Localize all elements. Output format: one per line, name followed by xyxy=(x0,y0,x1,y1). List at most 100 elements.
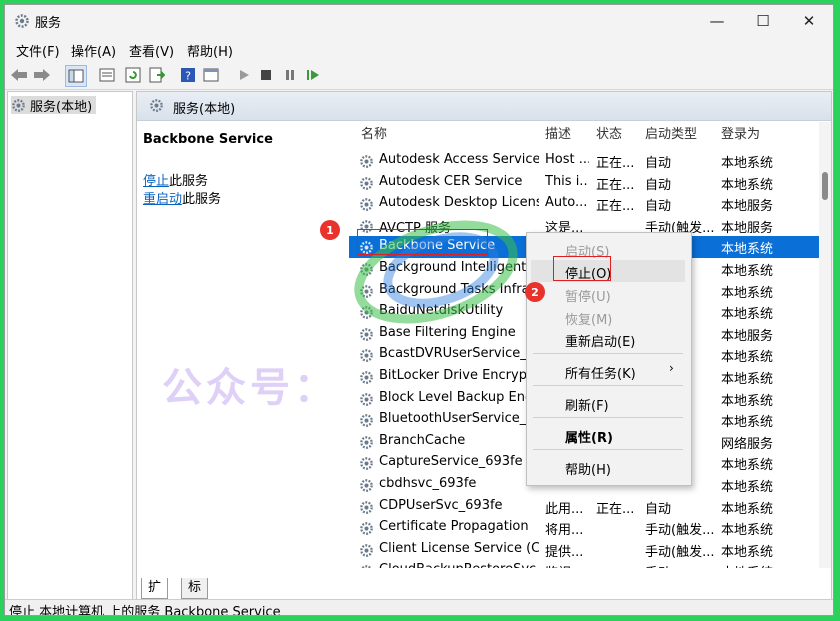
services-gear-icon xyxy=(12,98,25,112)
menu-help[interactable]: 帮助(H) xyxy=(187,41,233,60)
restart-service-action: 重启动此服务 xyxy=(143,188,221,207)
table-row[interactable]: Autodesk CER Service This i... 正在... 自动 本地系统 xyxy=(349,172,821,194)
table-row[interactable]: CloudBackupRestoreSvc_6... 监视... 手动本地系统 xyxy=(349,560,821,568)
service-gear-icon xyxy=(360,392,373,406)
cell-logon: 本地系统 xyxy=(721,562,793,568)
column-header-startup-type[interactable]: 启动类型 xyxy=(645,122,697,148)
play-icon[interactable] xyxy=(234,65,254,85)
tab-extended[interactable]: 扩展 xyxy=(141,578,169,599)
service-gear-icon xyxy=(360,543,373,557)
column-header-description[interactable]: 描述 xyxy=(545,122,571,148)
cell-logon: 本地服务 xyxy=(721,199,774,215)
cell-start: 自动 xyxy=(645,501,672,517)
cell-name: Autodesk Desktop Licensin... xyxy=(379,195,539,211)
table-row[interactable]: Autodesk Access Service H... Host ... 正在..… xyxy=(349,150,821,172)
table-row[interactable]: CDPUserSvc_693fe 此用... 正在... 自动 本地系统 xyxy=(349,496,821,518)
minimize-button[interactable]: — xyxy=(693,5,741,37)
context-menu-separator xyxy=(533,417,683,418)
restart-icon[interactable] xyxy=(303,65,323,85)
cell-logon: 本地系统 xyxy=(721,350,774,366)
back-arrow-icon[interactable] xyxy=(9,65,29,85)
cell-desc: 监视... xyxy=(545,562,589,568)
menu-item-help[interactable]: 帮助(H) xyxy=(565,459,611,478)
cell-logon: 本地系统 xyxy=(721,242,774,258)
cell-name: Client License Service (Clip... xyxy=(379,540,539,556)
submenu-chevron-right-icon: › xyxy=(669,361,674,375)
table-row[interactable]: Client License Service (Clip... 提供... 手动(触… xyxy=(349,539,821,561)
column-header-name[interactable]: 名称 xyxy=(361,122,387,148)
stop-icon[interactable] xyxy=(256,65,276,85)
cell-name: BluetoothUserService_693 xyxy=(379,411,539,427)
step-badge-2: 2 xyxy=(525,282,545,302)
vertical-scrollbar[interactable] xyxy=(819,122,831,568)
refresh-icon[interactable] xyxy=(123,65,143,85)
service-gear-icon xyxy=(360,155,373,168)
menu-item-pause[interactable]: 暂停(U) xyxy=(565,286,611,305)
cell-logon: 本地系统 xyxy=(721,393,774,409)
cell-desc: Auto... xyxy=(545,195,588,211)
console-tree-icon[interactable] xyxy=(65,65,87,87)
cell-logon: 本地系统 xyxy=(721,415,774,431)
menu-item-refresh[interactable]: 刷新(F) xyxy=(565,395,609,414)
column-header-status[interactable]: 状态 xyxy=(596,122,622,148)
menu-item-properties[interactable]: 属性(R) xyxy=(565,427,613,446)
service-gear-icon xyxy=(360,435,373,449)
help-icon[interactable]: ? xyxy=(178,65,198,85)
cell-logon: 本地服务 xyxy=(721,328,774,344)
cell-start: 手动(触发... xyxy=(645,523,715,539)
menu-file[interactable]: 文件(F) xyxy=(16,41,60,60)
cell-name: BranchCache xyxy=(379,432,466,448)
restart-service-link[interactable]: 重启动 xyxy=(143,192,182,207)
menu-action[interactable]: 操作(A) xyxy=(71,41,116,60)
cell-logon: 本地系统 xyxy=(721,264,774,279)
cell-name: Autodesk Access Service H... xyxy=(379,152,539,167)
title-bar[interactable]: 服务 — ☐ ✕ xyxy=(5,5,833,37)
stop-service-link[interactable]: 停止 xyxy=(143,174,169,189)
cell-name: CDPUserSvc_693fe xyxy=(379,497,503,513)
cell-logon: 本地系统 xyxy=(721,501,774,517)
export-list-icon[interactable] xyxy=(147,65,167,85)
svg-text:?: ? xyxy=(185,70,191,83)
cell-logon: 本地系统 xyxy=(721,156,774,171)
service-gear-icon xyxy=(360,198,373,212)
forward-arrow-icon[interactable] xyxy=(32,65,52,85)
cell-start: 手动 xyxy=(645,562,715,568)
context-menu-separator xyxy=(533,385,683,386)
close-button[interactable]: ✕ xyxy=(785,5,833,37)
cell-name: Block Level Backup Engine xyxy=(379,389,539,405)
watermark-text: 公众号： xyxy=(162,365,338,411)
service-gear-icon xyxy=(360,349,373,363)
context-menu-separator xyxy=(533,353,683,354)
service-gear-icon xyxy=(361,565,372,568)
service-gear-icon xyxy=(360,457,373,471)
toolbar: ? xyxy=(5,61,833,90)
cell-name: Certificate Propagation xyxy=(379,519,529,535)
service-gear-icon xyxy=(360,414,373,428)
tree-item-services-local[interactable]: 服务(本地) xyxy=(11,96,97,115)
status-bar: 停止 本地计算机 上的服务 Backbone Service xyxy=(5,599,833,615)
column-header-logon-as[interactable]: 登录为 xyxy=(721,122,760,148)
console-tree: 服务(本地) xyxy=(7,91,133,600)
menu-item-resume[interactable]: 恢复(M) xyxy=(565,309,612,328)
cell-name: CaptureService_693fe xyxy=(379,454,523,470)
service-gear-icon xyxy=(360,176,373,190)
cell-name: BcastDVRUserService_693 xyxy=(379,346,539,362)
cell-logon: 本地系统 xyxy=(721,285,774,301)
pane-header-title: 服务(本地) xyxy=(173,102,236,117)
pause-icon[interactable] xyxy=(280,65,300,85)
scrollbar-thumb[interactable] xyxy=(822,172,828,200)
maximize-button[interactable]: ☐ xyxy=(739,5,787,37)
services-gear-icon xyxy=(150,99,163,112)
list-view-icon[interactable] xyxy=(97,65,117,85)
tab-standard[interactable]: 标准 xyxy=(181,578,209,599)
menu-item-restart[interactable]: 重新启动(E) xyxy=(565,331,635,350)
properties-icon[interactable] xyxy=(201,65,221,85)
cell-status: 正在... xyxy=(596,199,635,215)
menu-item-all-tasks[interactable]: 所有任务(K) xyxy=(565,363,636,382)
sort-ascending-icon: ^ xyxy=(444,122,454,129)
cell-logon: 本地系统 xyxy=(721,458,774,474)
table-row[interactable]: Certificate Propagation 将用... 手动(触发... 本地系统 xyxy=(349,517,821,539)
menu-view[interactable]: 查看(V) xyxy=(129,41,174,60)
cell-status: 正在... xyxy=(596,177,635,193)
cell-desc: 此用... xyxy=(545,501,584,517)
